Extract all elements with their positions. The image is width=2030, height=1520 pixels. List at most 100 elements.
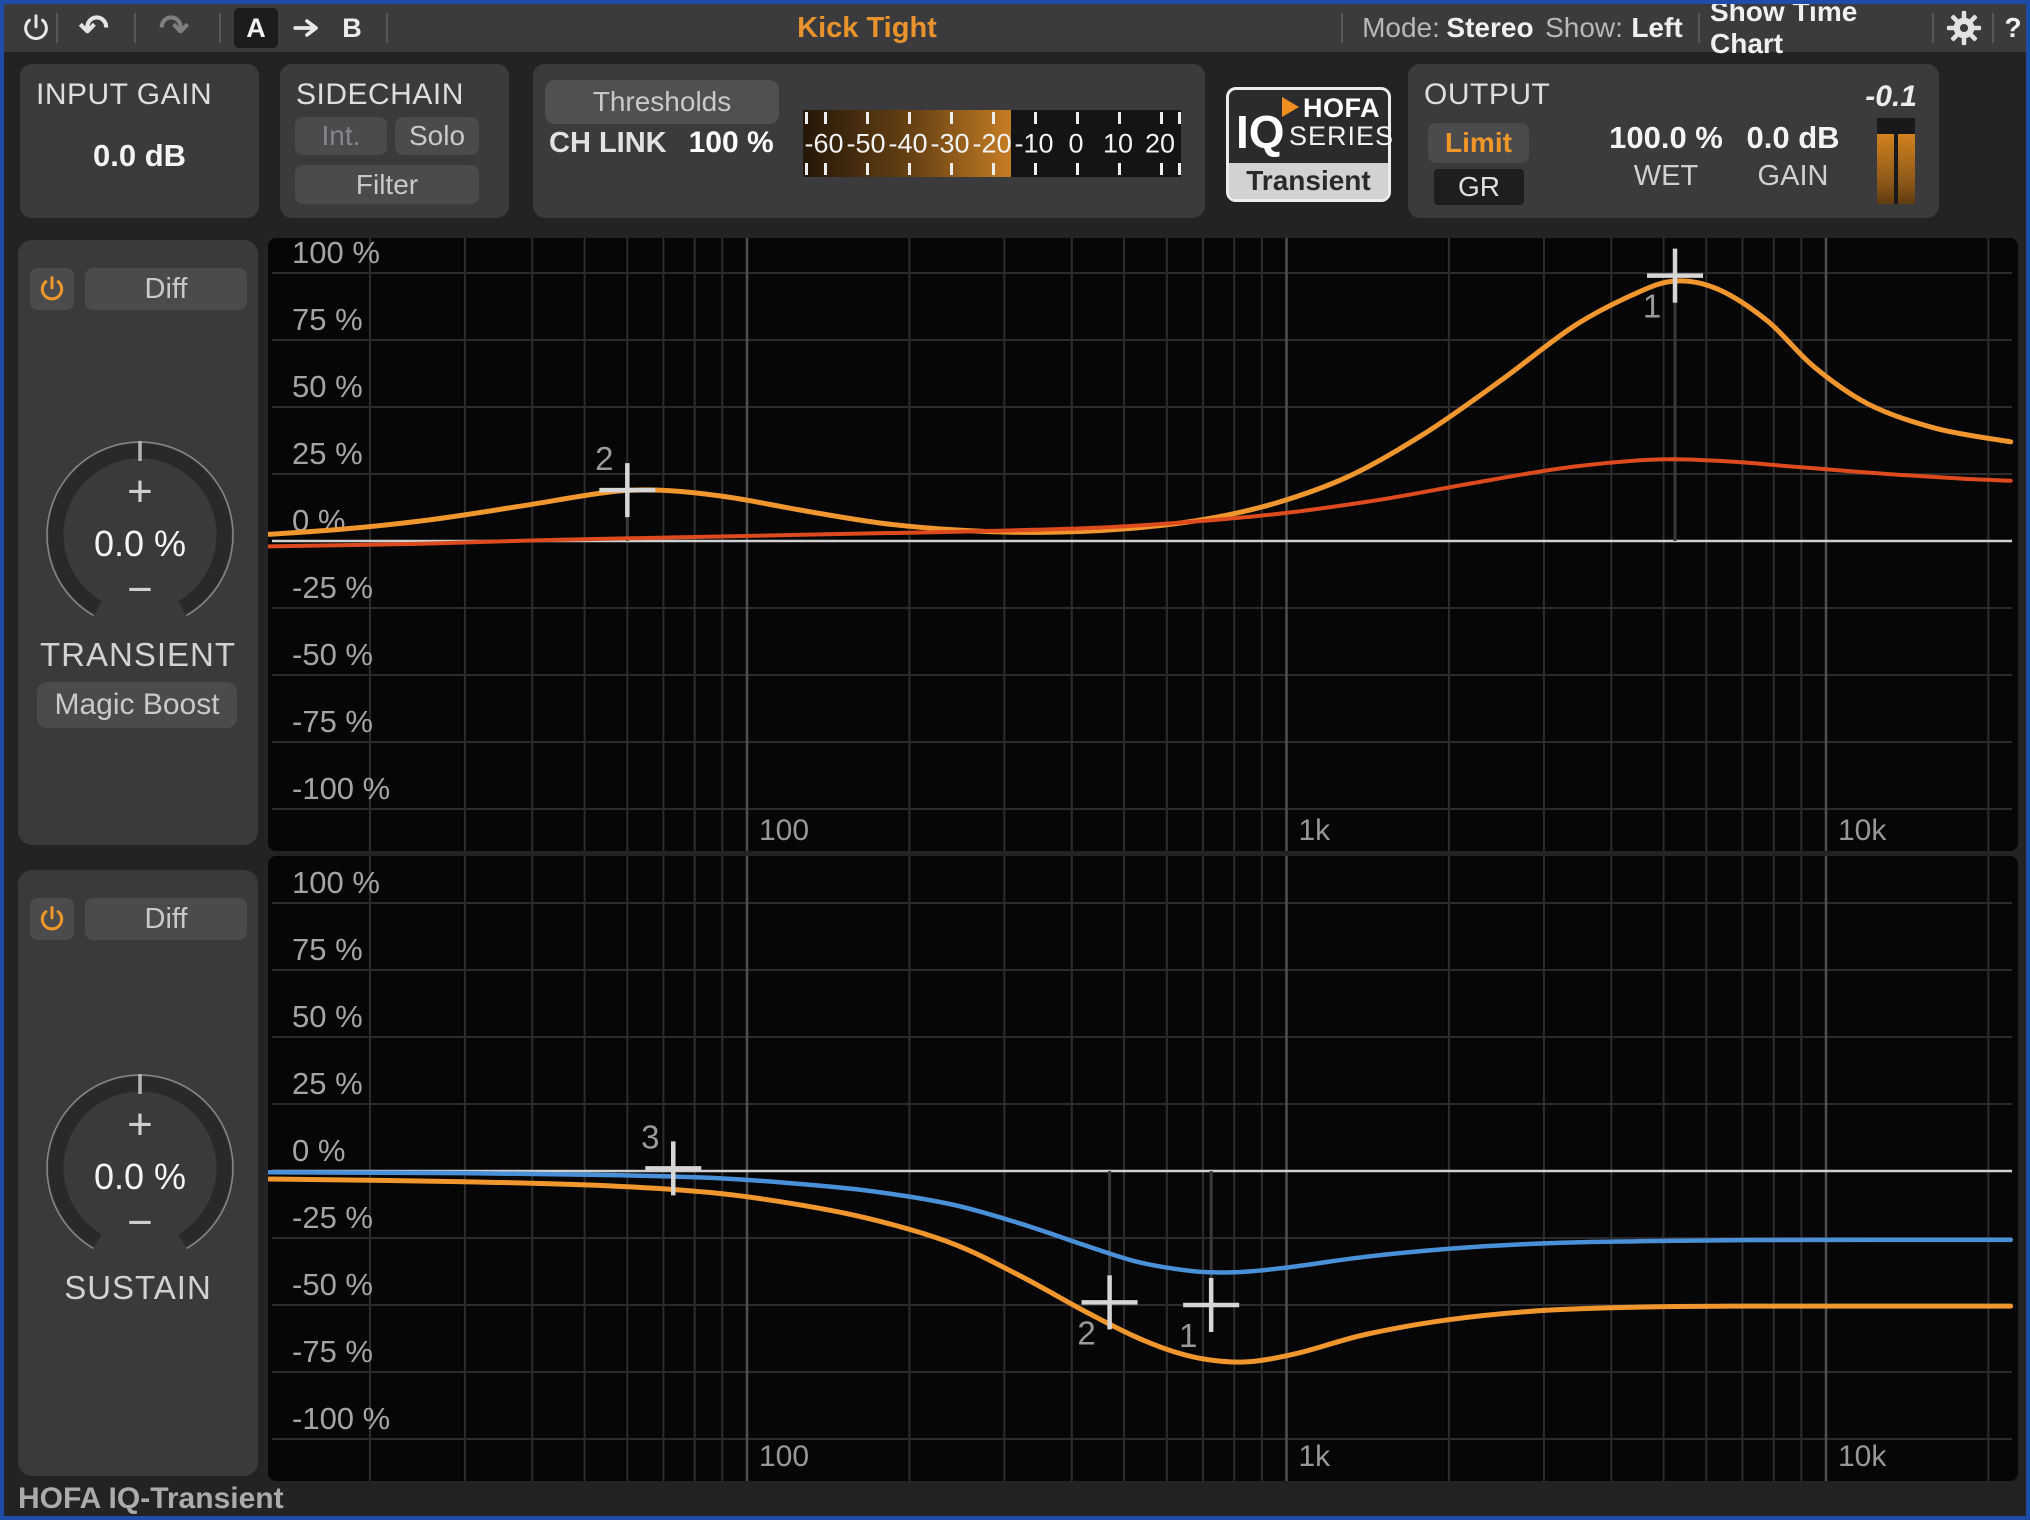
meter-scale-label: -50 <box>846 128 885 159</box>
statusbar-plugin-name: HOFA IQ-Transient <box>18 1482 284 1516</box>
magic-boost-button[interactable]: Magic Boost <box>37 682 237 728</box>
divider <box>1698 13 1700 43</box>
sustain-knob[interactable]: + 0.0 % − <box>40 1068 240 1268</box>
sustain-frequency-chart[interactable]: 100 %75 %50 %25 %0 %-25 %-50 %-75 %-100 … <box>268 856 2018 1481</box>
sidechain-solo-button[interactable]: Solo <box>395 117 479 155</box>
a-to-b-copy-button[interactable] <box>286 4 330 52</box>
hofa-logo: HOFA IQ SERIES Transient <box>1226 87 1391 202</box>
settings-button[interactable] <box>1940 4 1988 52</box>
sustain-knob-value[interactable]: 0.0 % <box>40 1159 240 1195</box>
ab-slot-b-button[interactable]: B <box>334 4 370 52</box>
divider <box>386 13 388 43</box>
input-gain-panel: INPUT GAIN 0.0 dB <box>20 64 259 218</box>
gain-label: GAIN <box>1708 160 1878 193</box>
y-tick-label: 75 % <box>292 932 363 967</box>
meter-scale-label: 20 <box>1145 128 1175 159</box>
plugin-bypass-button[interactable] <box>12 4 60 52</box>
ab-a-label: A <box>234 8 278 48</box>
gain-control[interactable]: 0.0 dB GAIN <box>1708 120 1878 193</box>
redo-button[interactable]: ↷ <box>144 4 204 52</box>
thresholds-button[interactable]: Thresholds <box>545 80 779 124</box>
band-marker-1[interactable]: 1 <box>1179 1278 1239 1354</box>
transient-power-button[interactable] <box>30 268 74 310</box>
show-time-chart-button[interactable]: Show Time Chart <box>1710 4 1926 52</box>
gr-button[interactable]: GR <box>1434 169 1524 205</box>
sustain-diff-button[interactable]: Diff <box>85 898 247 940</box>
y-tick-label: 0 % <box>292 1133 345 1168</box>
y-tick-label: -25 % <box>292 1200 373 1235</box>
sustain-curve-secondary[interactable] <box>269 1172 2011 1272</box>
output-title: OUTPUT <box>1424 78 1550 112</box>
y-tick-label: -75 % <box>292 704 373 739</box>
arrow-right-icon <box>293 17 323 39</box>
y-tick-label: 25 % <box>292 436 363 471</box>
redo-icon: ↷ <box>159 10 189 46</box>
meter-scale-tick <box>1178 163 1181 175</box>
transient-knob[interactable]: + 0.0 % − <box>40 435 240 635</box>
undo-icon: ↶ <box>79 10 109 46</box>
meter-scale-tick <box>866 163 869 175</box>
meter-scale-tick <box>1034 112 1037 124</box>
ch-link-label: CH LINK <box>549 127 667 160</box>
y-tick-label: 50 % <box>292 369 363 404</box>
mode-select[interactable]: Stereo <box>1440 4 1540 52</box>
sidechain-title: SIDECHAIN <box>296 78 464 112</box>
sidechain-level-meter[interactable]: -60-50-40-30-20-1001020 <box>803 110 1181 177</box>
sidechain-filter-button[interactable]: Filter <box>295 165 479 204</box>
transient-knob-value[interactable]: 0.0 % <box>40 526 240 562</box>
meter-scale-label: -30 <box>930 128 969 159</box>
meter-scale-label: 10 <box>1103 128 1133 159</box>
divider <box>1932 13 1934 43</box>
meter-scale-tick <box>1118 163 1121 175</box>
knob-decrease-button[interactable]: − <box>40 568 240 612</box>
x-tick-label: 1k <box>1299 814 1332 847</box>
show-channel-select[interactable]: Left <box>1622 4 1692 52</box>
knob-increase-button[interactable]: + <box>40 470 240 514</box>
help-button[interactable]: ? <box>1996 4 2030 52</box>
x-tick-label: 100 <box>759 814 809 847</box>
marker-label: 1 <box>1179 1317 1197 1354</box>
input-gain-title: INPUT GAIN <box>36 78 212 112</box>
y-tick-label: 100 % <box>292 865 380 900</box>
sustain-curve-main[interactable] <box>269 1179 2011 1362</box>
logo-product: Transient <box>1229 163 1388 199</box>
ab-b-label: B <box>342 13 362 44</box>
divider <box>134 13 136 43</box>
ab-slot-a-button[interactable]: A <box>232 4 280 52</box>
show-label: Show: <box>1538 4 1630 52</box>
band-marker-3[interactable]: 3 <box>641 1118 701 1195</box>
meter-scale-tick <box>1076 112 1079 124</box>
transient-panel: Diff + 0.0 % − TRANSIENT Magic Boost <box>18 240 258 845</box>
knob-increase-button[interactable]: + <box>40 1103 240 1147</box>
meter-scale-tick <box>908 163 911 175</box>
undo-button[interactable]: ↶ <box>64 4 124 52</box>
y-tick-label: 100 % <box>292 238 380 270</box>
band-marker-2[interactable]: 2 <box>595 440 655 517</box>
meter-scale-label: -20 <box>972 128 1011 159</box>
ch-link-value[interactable]: 100 % <box>689 126 774 160</box>
input-gain-value[interactable]: 0.0 dB <box>20 138 259 174</box>
meter-scale-tick <box>805 112 808 124</box>
limit-button[interactable]: Limit <box>1428 123 1529 163</box>
x-tick-label: 10k <box>1838 1440 1887 1473</box>
knob-decrease-button[interactable]: − <box>40 1201 240 1245</box>
divider <box>1992 13 1994 43</box>
meter-scale-tick <box>950 112 953 124</box>
x-tick-label: 1k <box>1299 1440 1332 1473</box>
sidechain-int-button[interactable]: Int. <box>295 117 387 155</box>
transient-frequency-chart[interactable]: 100 %75 %50 %25 %0 %-25 %-50 %-75 %-100 … <box>268 238 2018 851</box>
y-tick-label: -50 % <box>292 1267 373 1302</box>
y-tick-label: -75 % <box>292 1334 373 1369</box>
sustain-power-button[interactable] <box>30 898 74 940</box>
marker-label: 2 <box>595 440 613 477</box>
y-tick-label: 50 % <box>292 999 363 1034</box>
logo-iq: IQ <box>1236 105 1285 159</box>
preset-title[interactable]: Kick Tight <box>667 4 1067 52</box>
y-tick-label: -100 % <box>292 1401 390 1436</box>
transient-diff-button[interactable]: Diff <box>85 268 247 310</box>
meter-scale-tick <box>1178 112 1181 124</box>
meter-scale-label: -10 <box>1014 128 1053 159</box>
peak-readout[interactable]: -0.1 <box>1865 80 1917 114</box>
meter-scale-tick <box>1034 163 1037 175</box>
meter-scale-tick <box>1160 112 1163 124</box>
